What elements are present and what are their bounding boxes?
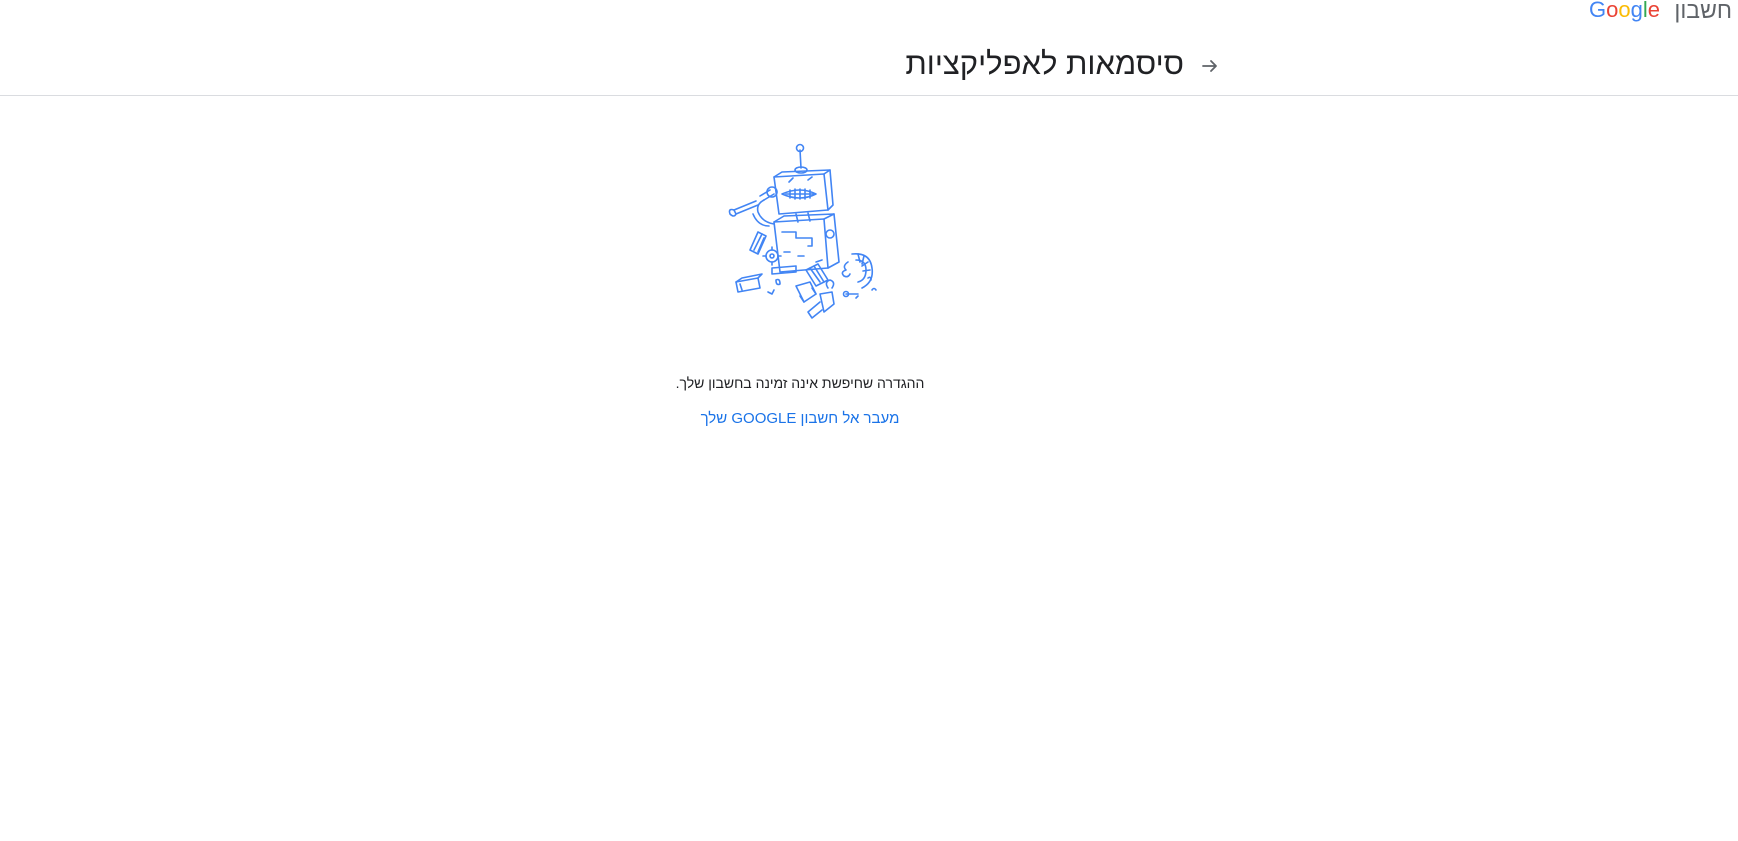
page-header: סיסמאות לאפליקציות	[0, 42, 1738, 96]
page-title: סיסמאות לאפליקציות	[905, 46, 1184, 81]
google-logo: Google	[1589, 0, 1660, 22]
unavailable-message: ההגדרה שחיפשת אינה זמינה בחשבון שלך.	[675, 375, 925, 391]
google-account-link[interactable]: מעבר אל חשבון GOOGLE שלך	[500, 410, 1100, 427]
back-button[interactable]	[1196, 52, 1224, 80]
top-bar: חשבון Google	[0, 0, 1738, 24]
broken-robot-illustration	[728, 143, 877, 319]
arrow-back-icon	[1202, 60, 1217, 72]
brand[interactable]: חשבון Google	[1589, 0, 1732, 22]
brand-word: חשבון	[1674, 0, 1732, 23]
svg-text:Google: Google	[1589, 0, 1660, 22]
